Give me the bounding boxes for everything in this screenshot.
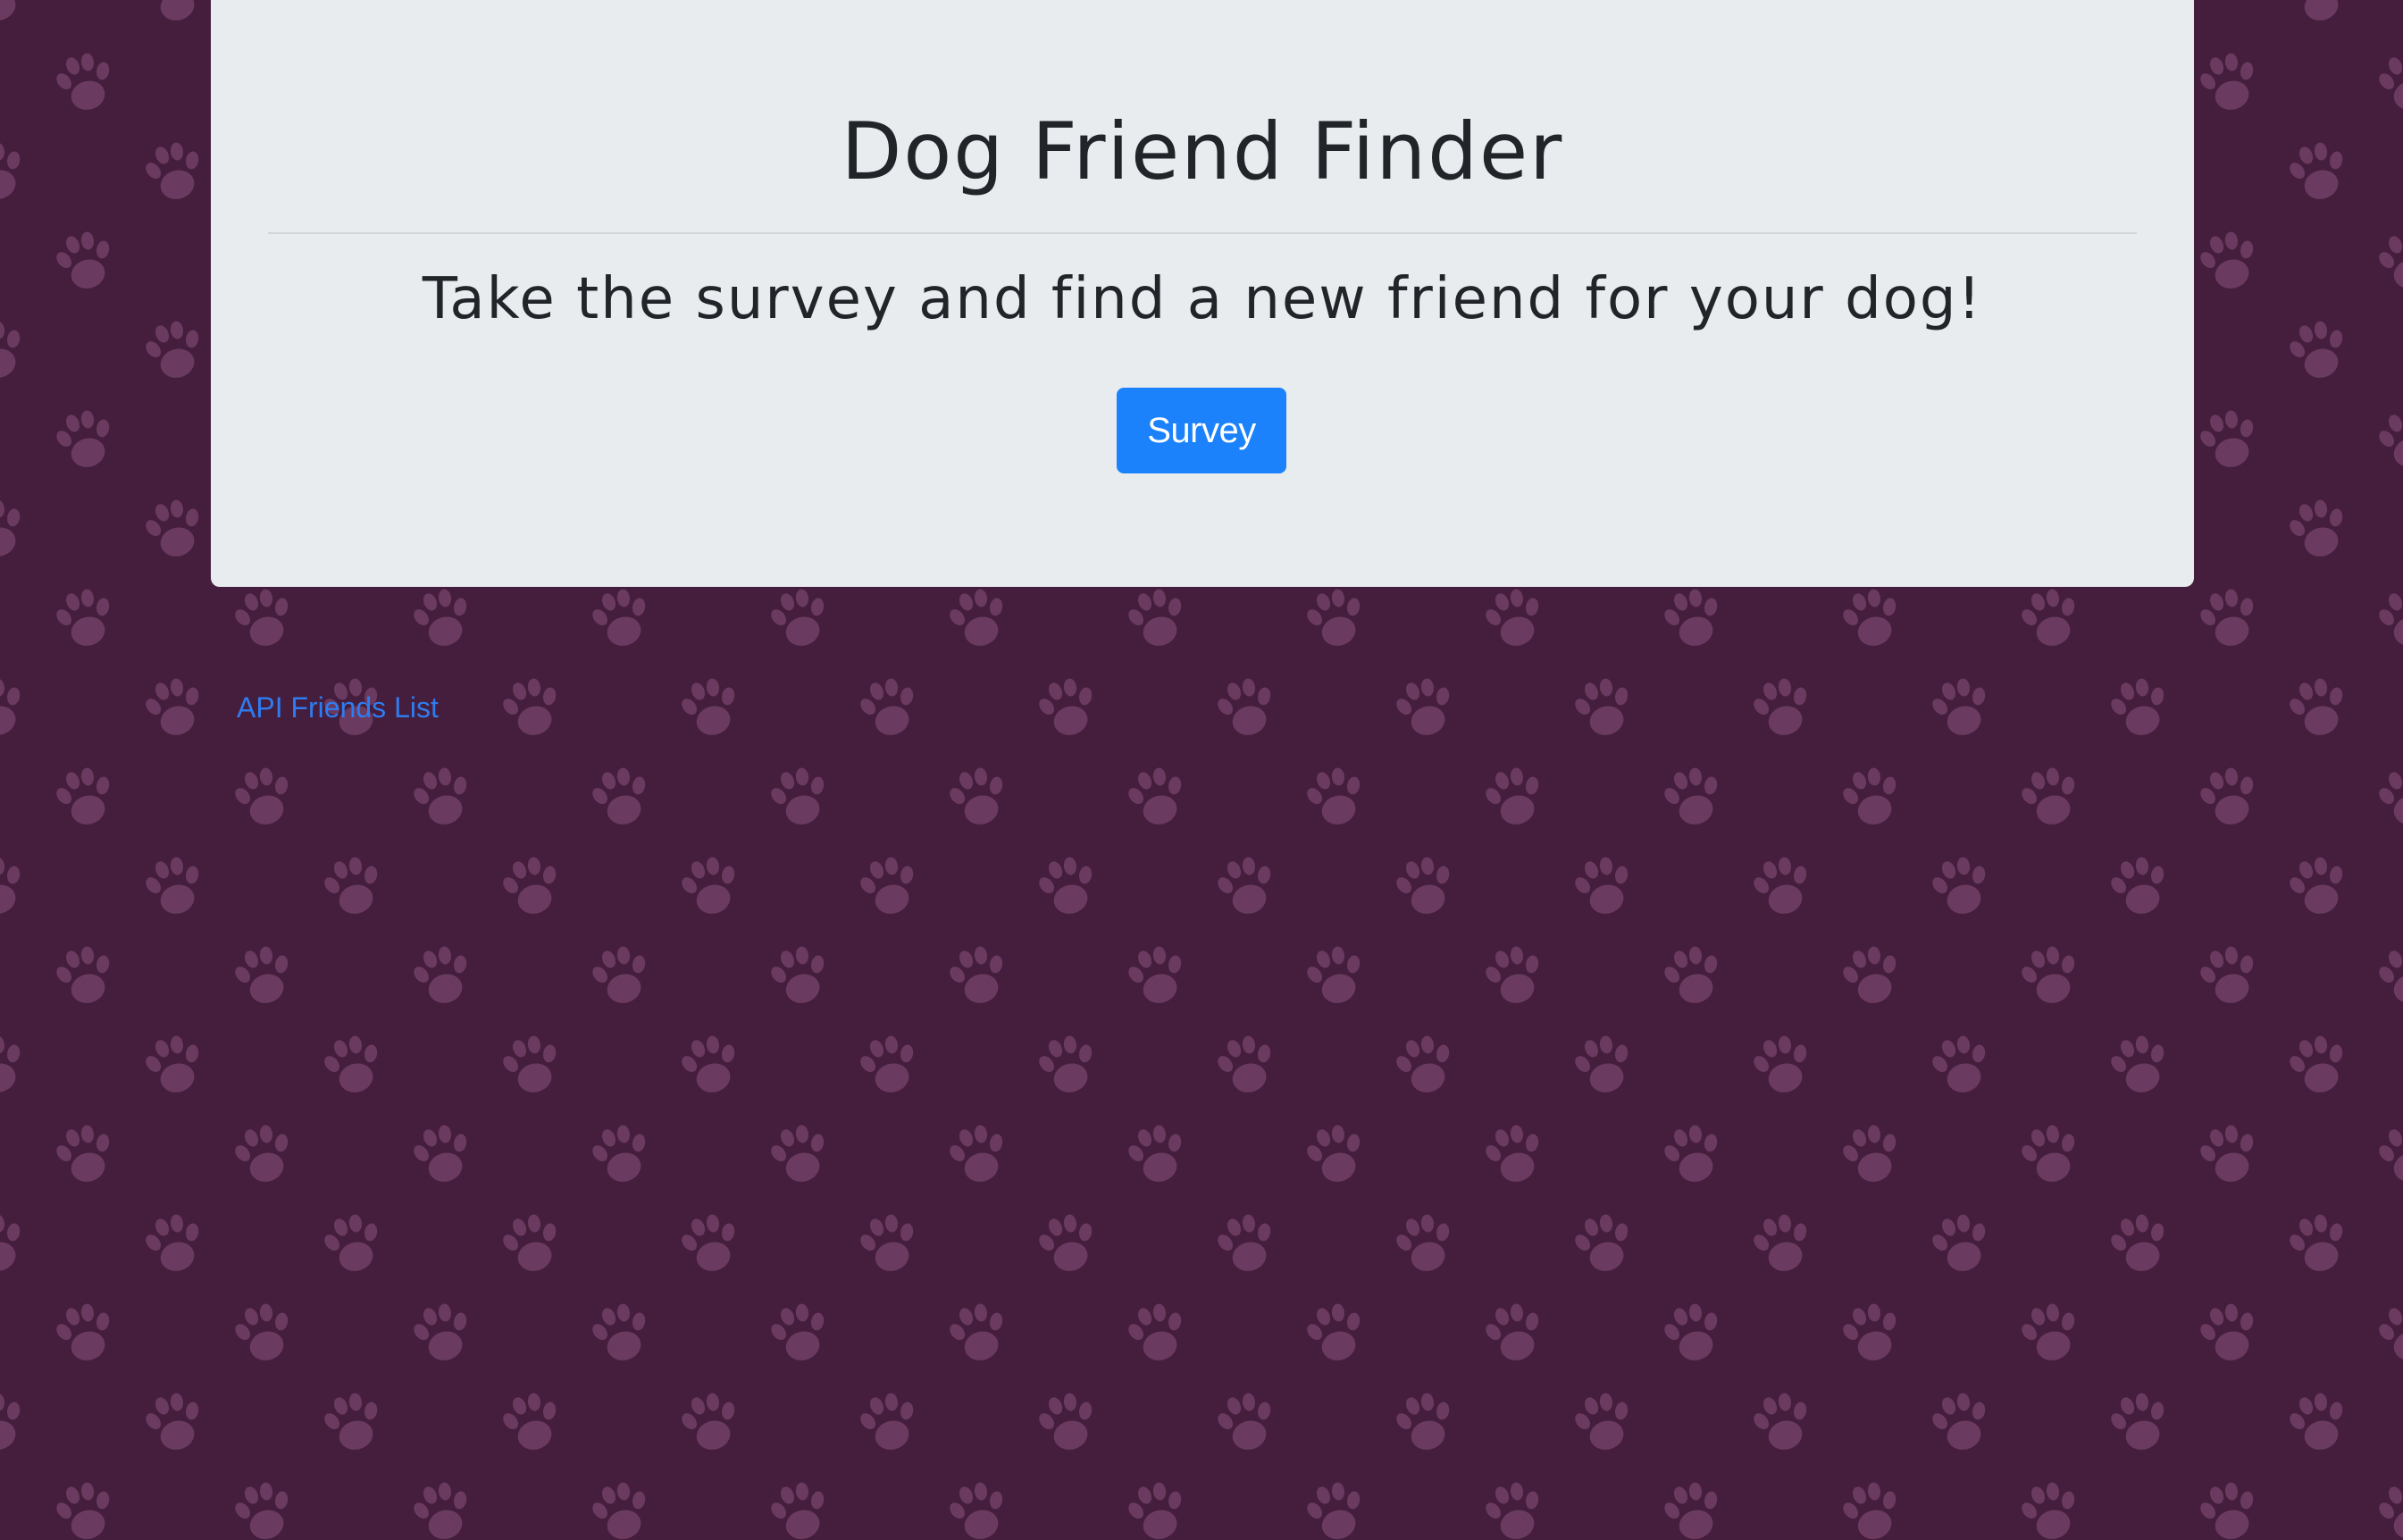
divider	[268, 232, 2137, 234]
jumbotron: Dog Friend Finder Take the survey and fi…	[211, 0, 2194, 587]
page-title: Dog Friend Finder	[841, 105, 1564, 197]
lead-text: Take the survey and find a new friend fo…	[422, 266, 1983, 332]
api-friends-list-link[interactable]: API Friends List	[237, 690, 439, 725]
survey-button[interactable]: Survey	[1117, 388, 1286, 473]
